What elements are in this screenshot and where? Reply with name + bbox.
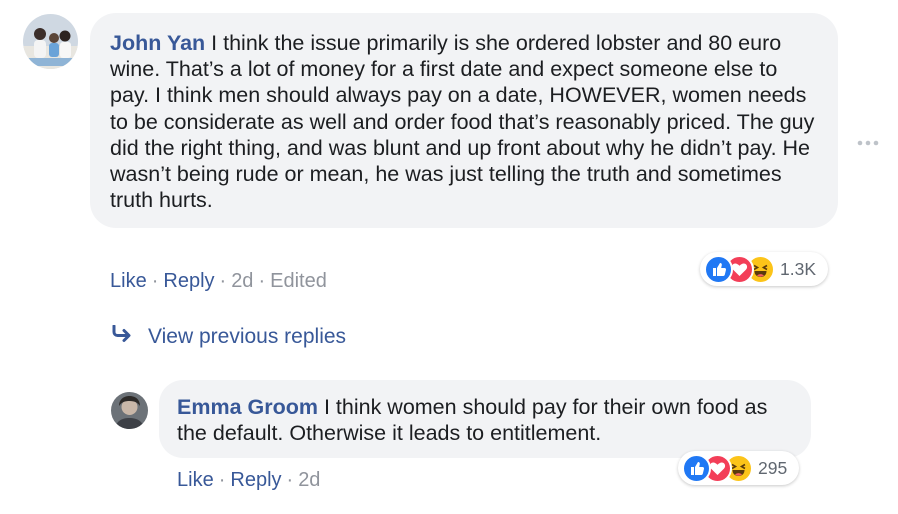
reply-bubble: Emma Groom I think women should pay for … (159, 380, 811, 459)
like-icon (704, 254, 733, 284)
separator: · (151, 270, 159, 292)
view-previous-replies-label[interactable]: View previous replies (148, 325, 346, 348)
view-previous-replies[interactable]: View previous replies (110, 324, 346, 349)
more-options-icon[interactable] (856, 135, 880, 146)
avatar-emma-groom[interactable] (111, 392, 148, 429)
reaction-count: 295 (758, 457, 788, 478)
like-icon (682, 453, 711, 483)
reply-button[interactable]: Reply (163, 270, 214, 292)
separator: · (286, 469, 294, 491)
reply-timestamp[interactable]: 2d (298, 469, 320, 491)
reply-actions: Like · Reply · 2d (177, 469, 320, 492)
like-button[interactable]: Like (177, 469, 214, 491)
separator: · (219, 270, 227, 292)
avatar-john-yan[interactable] (23, 14, 78, 69)
comment-actions: Like · Reply · 2d · Edited (110, 270, 327, 293)
reply-author[interactable]: Emma Groom (177, 395, 318, 419)
like-button[interactable]: Like (110, 270, 147, 292)
comment-text: I think the issue primarily is she order… (110, 31, 815, 213)
comment-reactions[interactable]: 1.3K (700, 252, 828, 286)
comment-bubble: John Yan I think the issue primarily is … (90, 13, 838, 229)
edited-label[interactable]: Edited (270, 270, 327, 292)
separator: · (218, 469, 226, 491)
separator: · (258, 270, 266, 292)
comment-author[interactable]: John Yan (110, 31, 205, 55)
reply-arrow-icon (110, 324, 134, 349)
comment-timestamp[interactable]: 2d (231, 270, 253, 292)
reaction-count: 1.3K (780, 258, 816, 279)
reply-reactions[interactable]: 295 (678, 451, 800, 485)
reply-button[interactable]: Reply (230, 469, 281, 491)
